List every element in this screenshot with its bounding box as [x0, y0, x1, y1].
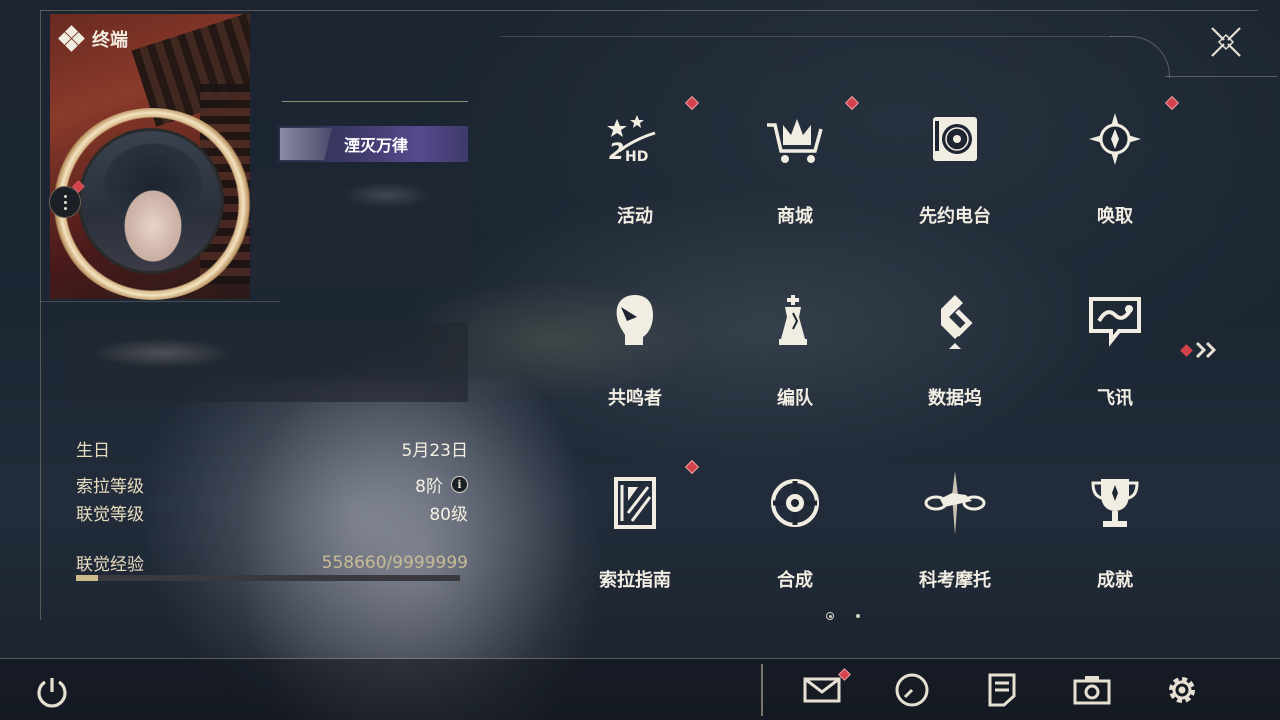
exp-progress-bar	[76, 575, 460, 581]
next-page-button[interactable]	[1180, 340, 1222, 360]
notification-dot	[844, 95, 860, 111]
menu-item-shop[interactable]: 商城	[730, 92, 860, 242]
summon-compass-icon	[1080, 104, 1150, 174]
stat-sol-level: 索拉等级 8阶 i	[76, 472, 468, 497]
title-badge-label: 湮灭万律	[344, 136, 409, 155]
menu-item-label: 飞讯	[1097, 388, 1133, 409]
settings-button[interactable]	[1160, 668, 1204, 712]
notification-dot	[1180, 343, 1193, 357]
guide-book-icon	[600, 468, 670, 538]
menu-item-convene[interactable]: 唤取	[1050, 92, 1180, 242]
divider	[282, 101, 468, 102]
frame-line-right	[1165, 76, 1277, 77]
synthesis-orb-icon	[760, 468, 830, 538]
svg-text:HD: HD	[625, 149, 648, 165]
menu-item-data-dock[interactable]: 数据坞	[890, 274, 1020, 424]
menu-item-label: 数据坞	[928, 388, 982, 409]
event-2hd-icon: 2 HD	[600, 104, 670, 174]
frame-line-left	[40, 10, 41, 620]
menu-item-label: 唤取	[1097, 206, 1133, 227]
team-chess-icon	[760, 286, 830, 356]
notes-icon	[988, 673, 1016, 707]
power-icon	[37, 678, 67, 708]
menu-item-label: 成就	[1097, 570, 1133, 591]
notification-dot	[684, 95, 700, 111]
camera-icon	[1073, 676, 1111, 705]
page-dot[interactable]	[856, 614, 860, 618]
data-dock-icon	[920, 286, 990, 356]
menu-item-motorbike[interactable]: 科考摩托	[890, 456, 1020, 606]
divider	[0, 658, 1280, 659]
motorbike-icon	[920, 468, 990, 538]
resonator-head-icon	[600, 286, 670, 356]
diamond-cluster-icon	[58, 25, 85, 52]
frame-line-top	[40, 10, 1258, 11]
page-indicator	[826, 612, 860, 620]
menu-item-achievements[interactable]: 成就	[1050, 456, 1180, 606]
signature-panel-blurred[interactable]	[70, 322, 468, 402]
menu-item-label: 编队	[777, 388, 813, 409]
menu-item-label: 科考摩托	[919, 570, 991, 591]
radio-record-icon	[920, 104, 990, 174]
close-icon	[1211, 27, 1241, 57]
menu-item-label: 先约电台	[919, 206, 991, 227]
menu-item-resonators[interactable]: 共鸣者	[570, 274, 700, 424]
notification-dot	[684, 459, 700, 475]
clock-button[interactable]	[890, 668, 934, 712]
info-icon[interactable]: i	[451, 476, 468, 493]
title-badge[interactable]: 湮灭万律	[278, 126, 468, 162]
notes-button[interactable]	[980, 668, 1024, 712]
chat-message-icon	[1080, 286, 1150, 356]
clock-icon	[895, 673, 929, 707]
menu-item-synthesis[interactable]: 合成	[730, 456, 860, 606]
page-title: 终端	[92, 30, 128, 51]
menu-item-sol-guide[interactable]: 索拉指南	[570, 456, 700, 606]
menu-item-label: 共鸣者	[608, 388, 662, 409]
name-panel-blurred	[252, 168, 468, 288]
svg-text:2: 2	[609, 140, 624, 165]
stat-union-exp: 联觉经验 558660/9999999	[76, 552, 468, 576]
avatar[interactable]	[78, 128, 224, 274]
close-button[interactable]	[1208, 24, 1244, 60]
menu-item-label: 商城	[777, 206, 813, 227]
menu-item-events[interactable]: 2 HD 活动	[570, 92, 700, 242]
title-badge-portrait	[280, 128, 332, 160]
camera-button[interactable]	[1070, 668, 1114, 712]
divider	[761, 664, 763, 716]
more-vertical-icon	[63, 194, 67, 210]
trophy-icon	[1080, 468, 1150, 538]
exp-progress-fill	[76, 575, 98, 581]
menu-item-label: 索拉指南	[599, 570, 671, 591]
menu-item-label: 合成	[777, 570, 813, 591]
mail-icon	[803, 677, 841, 703]
menu-grid: 2 HD 活动 商城 先约电台 唤取 共鸣者 编队 数据坞 飞讯 索拉指南 合成…	[554, 92, 1214, 612]
notification-dot	[1164, 95, 1180, 111]
power-button[interactable]	[32, 672, 72, 712]
page-header: 终端	[58, 25, 128, 52]
menu-item-messages[interactable]: 飞讯	[1050, 274, 1180, 424]
page-dot-active[interactable]	[826, 612, 834, 620]
shop-cart-crown-icon	[760, 104, 830, 174]
menu-item-label: 活动	[617, 206, 653, 227]
stat-birthday: 生日 5月23日	[76, 441, 468, 461]
divider	[40, 301, 280, 302]
double-chevron-right-icon	[1195, 341, 1217, 359]
frame-line-mid	[500, 36, 1112, 37]
stat-union-level: 联觉等级 80级	[76, 505, 468, 525]
settings-gear-icon	[1169, 677, 1195, 703]
menu-item-radio[interactable]: 先约电台	[890, 92, 1020, 242]
menu-item-team[interactable]: 编队	[730, 274, 860, 424]
